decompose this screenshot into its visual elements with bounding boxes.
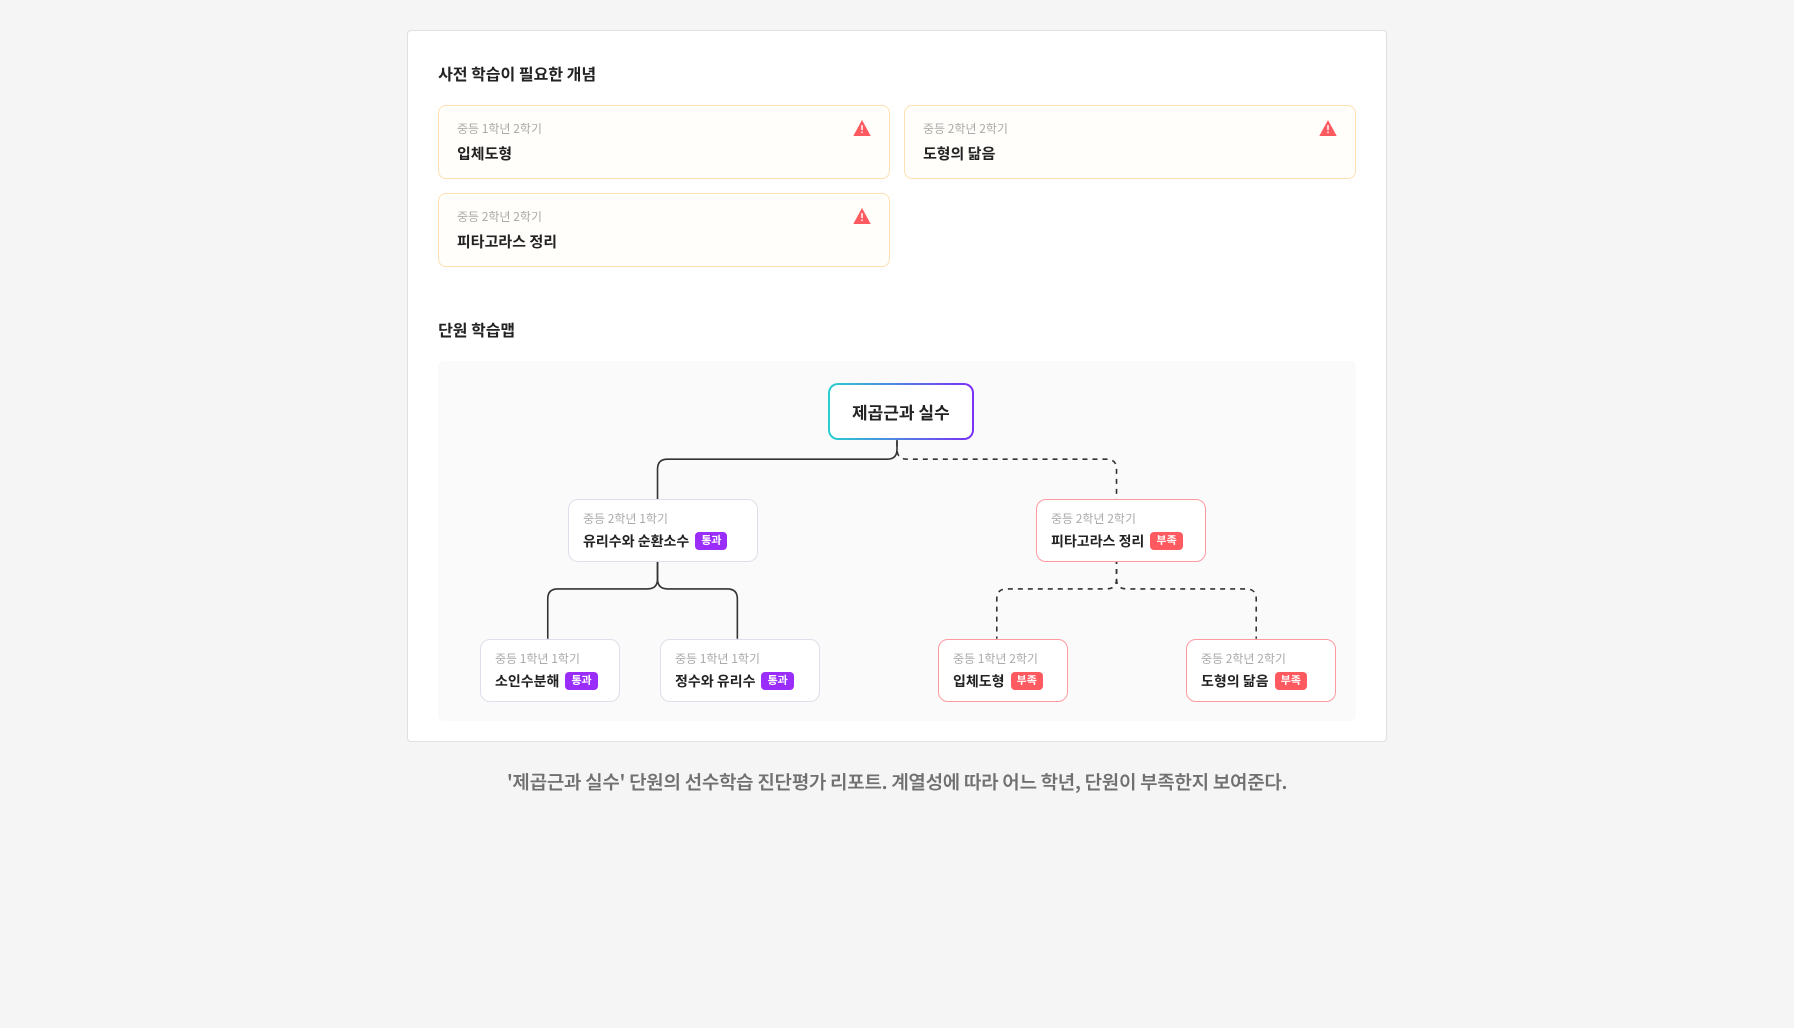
map-node[interactable]: 중등 1학년 2학기 입체도형 부족 [938, 639, 1068, 702]
node-title: 소인수분해 [495, 671, 559, 691]
node-grade: 중등 1학년 1학기 [495, 650, 605, 667]
node-grade: 중등 1학년 2학기 [953, 650, 1053, 667]
figure-caption: '제곱근과 실수' 단원의 선수학습 진단평가 리포트. 계열성에 따라 어느 … [407, 768, 1387, 795]
map-node[interactable]: 중등 2학년 1학기 유리수와 순환소수 통과 [568, 499, 758, 562]
node-title: 정수와 유리수 [675, 671, 755, 691]
map-node[interactable]: 중등 1학년 1학기 정수와 유리수 통과 [660, 639, 820, 702]
prereq-grid: 중등 1학년 2학기 입체도형 중등 2학년 2학기 도형의 닮음 중등 2학년… [438, 105, 1356, 267]
concept-name: 피타고라스 정리 [457, 231, 557, 252]
map-section-title: 단원 학습맵 [438, 317, 1356, 341]
warning-icon [853, 208, 871, 224]
node-title: 입체도형 [953, 671, 1005, 691]
node-grade: 중등 2학년 2학기 [1051, 510, 1191, 527]
concept-name: 입체도형 [457, 143, 542, 164]
warning-icon [1319, 120, 1337, 136]
status-badge: 부족 [1275, 672, 1307, 689]
status-badge: 통과 [761, 672, 793, 689]
node-grade: 중등 2학년 1학기 [583, 510, 743, 527]
concept-name: 도형의 닮음 [923, 143, 1008, 164]
learning-map: 제곱근과 실수 중등 2학년 1학기 유리수와 순환소수 통과 중등 2학년 2… [438, 361, 1356, 721]
node-grade: 중등 2학년 2학기 [1201, 650, 1321, 667]
map-root-node[interactable]: 제곱근과 실수 [828, 383, 974, 440]
concept-grade: 중등 2학년 2학기 [457, 208, 557, 225]
status-badge: 부족 [1150, 532, 1182, 549]
node-title: 유리수와 순환소수 [583, 531, 689, 551]
concept-card[interactable]: 중등 2학년 2학기 도형의 닮음 [904, 105, 1356, 179]
concept-card[interactable]: 중등 2학년 2학기 피타고라스 정리 [438, 193, 890, 267]
status-badge: 부족 [1011, 672, 1043, 689]
concept-grade: 중등 2학년 2학기 [923, 120, 1008, 137]
node-title: 도형의 닮음 [1201, 671, 1269, 691]
status-badge: 통과 [565, 672, 597, 689]
node-title: 피타고라스 정리 [1051, 531, 1144, 551]
map-node[interactable]: 중등 2학년 2학기 피타고라스 정리 부족 [1036, 499, 1206, 562]
status-badge: 통과 [695, 532, 727, 549]
warning-icon [853, 120, 871, 136]
prereq-section-title: 사전 학습이 필요한 개념 [438, 61, 1356, 85]
node-grade: 중등 1학년 1학기 [675, 650, 805, 667]
root-title: 제곱근과 실수 [852, 399, 950, 424]
concept-grade: 중등 1학년 2학기 [457, 120, 542, 137]
map-node[interactable]: 중등 2학년 2학기 도형의 닮음 부족 [1186, 639, 1336, 702]
report-card: 사전 학습이 필요한 개념 중등 1학년 2학기 입체도형 중등 2학년 2학기… [407, 30, 1387, 742]
concept-card[interactable]: 중등 1학년 2학기 입체도형 [438, 105, 890, 179]
map-node[interactable]: 중등 1학년 1학기 소인수분해 통과 [480, 639, 620, 702]
